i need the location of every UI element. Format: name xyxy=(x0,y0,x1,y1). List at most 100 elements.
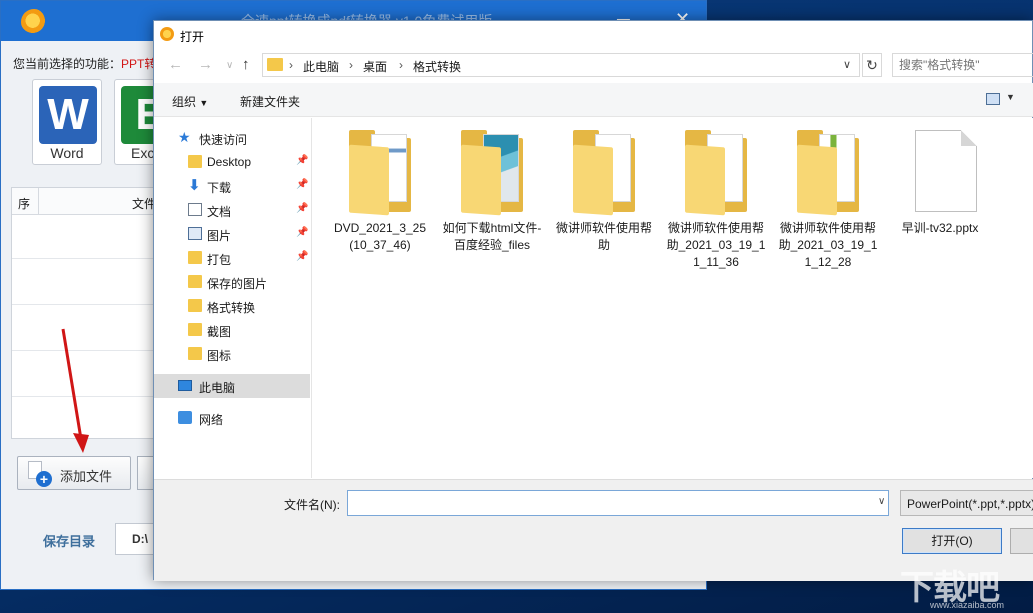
dialog-toolbar: 组织 ▼ 新建文件夹 ▼ xyxy=(154,83,1033,117)
address-dropdown-icon[interactable]: ∨ xyxy=(843,58,851,71)
nav-label: 下载 xyxy=(207,179,231,196)
file-item[interactable]: 微讲师软件使用帮助 xyxy=(552,130,656,254)
app-logo-icon xyxy=(21,9,47,35)
forward-arrow-icon[interactable]: → xyxy=(198,56,213,73)
file-item[interactable]: 微讲师软件使用帮助_2021_03_19_11_12_28 xyxy=(776,130,880,271)
nav-label: 打包 xyxy=(207,251,231,268)
file-item[interactable]: 微讲师软件使用帮助_2021_03_19_11_11_36 xyxy=(664,130,768,271)
function-value: PPT转 xyxy=(121,57,156,71)
file-name: 微讲师软件使用帮助_2021_03_19_11_12_28 xyxy=(776,220,880,271)
folder-icon xyxy=(349,130,411,214)
download-arrow-icon: ⬇ xyxy=(188,179,202,192)
open-file-dialog: 打开 ← → ∨ ↑ › 此电脑 › 桌面 › 格式转换 ∨ ↻ 组织 ▼ 新建… xyxy=(153,20,1033,580)
document-icon xyxy=(188,203,202,216)
nav-item-this-pc[interactable]: 此电脑 xyxy=(154,374,310,398)
nav-item-documents[interactable]: 文档 📌 xyxy=(154,198,310,222)
folder-icon xyxy=(188,275,202,288)
nav-item-screenshots[interactable]: 截图 xyxy=(154,318,310,342)
filename-label: 文件名(N): xyxy=(284,496,340,513)
nav-label: 图标 xyxy=(207,347,231,364)
folder-icon xyxy=(188,155,202,168)
cancel-button[interactable] xyxy=(1010,528,1033,554)
filetype-select[interactable]: PowerPoint(*.ppt,*.pptx) xyxy=(900,490,1033,516)
save-dir-label: 保存目录 xyxy=(43,531,95,550)
pin-icon: 📌 xyxy=(296,155,308,166)
dialog-title-bar: 打开 xyxy=(154,21,1032,49)
new-folder-button[interactable]: 新建文件夹 xyxy=(240,93,300,110)
organize-label: 组织 xyxy=(172,95,196,109)
view-mode-icon[interactable] xyxy=(986,93,1000,105)
refresh-button[interactable]: ↻ xyxy=(862,53,882,77)
up-arrow-icon[interactable]: ↑ xyxy=(242,56,250,73)
plus-icon: + xyxy=(36,471,52,487)
pin-icon: 📌 xyxy=(296,179,308,190)
nav-label: 快速访问 xyxy=(199,131,247,148)
search-input[interactable] xyxy=(899,55,1033,75)
picture-icon xyxy=(188,227,202,240)
address-bar[interactable]: › 此电脑 › 桌面 › 格式转换 ∨ xyxy=(262,53,860,77)
nav-item-downloads[interactable]: ⬇ 下载 📌 xyxy=(154,174,310,198)
address-row: ← → ∨ ↑ › 此电脑 › 桌面 › 格式转换 ∨ ↻ xyxy=(154,51,1033,81)
nav-item-pack[interactable]: 打包 📌 xyxy=(154,246,310,270)
nav-item-saved-pictures[interactable]: 保存的图片 xyxy=(154,270,310,294)
folder-icon xyxy=(188,251,202,264)
format-word-button[interactable]: W Word xyxy=(32,79,102,165)
folder-icon xyxy=(188,323,202,336)
add-file-label: 添加文件 xyxy=(60,466,112,485)
word-icon: W xyxy=(39,86,97,144)
open-button[interactable]: 打开(O) xyxy=(902,528,1002,554)
folder-icon xyxy=(267,58,283,71)
table-header: 序 文件 xyxy=(12,188,156,215)
nav-item-icons[interactable]: 图标 xyxy=(154,342,310,366)
nav-label: 保存的图片 xyxy=(207,275,267,292)
file-name: 如何下载html文件-百度经验_files xyxy=(440,220,544,254)
filename-dropdown-icon[interactable]: ∨ xyxy=(878,496,885,507)
organize-menu[interactable]: 组织 ▼ xyxy=(172,93,208,110)
format-excel-label: Exc xyxy=(115,145,158,161)
nav-item-format-convert[interactable]: 格式转换 xyxy=(154,294,310,318)
recent-chevron-icon[interactable]: ∨ xyxy=(226,60,233,71)
nav-label: 截图 xyxy=(207,323,231,340)
format-word-label: Word xyxy=(33,145,101,161)
search-box[interactable] xyxy=(892,53,1033,77)
file-name: 微讲师软件使用帮助_2021_03_19_11_11_36 xyxy=(664,220,768,271)
nav-label: 图片 xyxy=(207,227,231,244)
navigation-pane: ★ 快速访问 Desktop 📌 ⬇ 下载 📌 文档 📌 图片 📌 打包 📌 xyxy=(154,118,312,478)
file-list: DVD_2021_3_25 (10_37_46) 如何下载html文件-百度经验… xyxy=(314,118,1033,478)
function-label: 您当前选择的功能： xyxy=(13,57,121,71)
nav-label: 文档 xyxy=(207,203,231,220)
red-arrow-annotation xyxy=(41,321,101,461)
filename-input[interactable] xyxy=(352,492,862,514)
folder-icon xyxy=(573,130,635,214)
folder-icon xyxy=(188,347,202,360)
chevron-right-icon: › xyxy=(349,58,353,72)
nav-item-desktop[interactable]: Desktop 📌 xyxy=(154,150,310,174)
nav-item-network[interactable]: 网络 xyxy=(154,406,310,430)
breadcrumb-format-convert[interactable]: 格式转换 xyxy=(413,58,461,75)
dialog-app-icon xyxy=(160,27,174,41)
filename-field[interactable]: ∨ xyxy=(347,490,889,516)
file-item[interactable]: 早训-tv32.pptx xyxy=(888,130,992,237)
back-arrow-icon[interactable]: ← xyxy=(168,56,183,73)
file-item[interactable]: 如何下载html文件-百度经验_files xyxy=(440,130,544,254)
folder-icon xyxy=(461,130,523,214)
chevron-right-icon: › xyxy=(399,58,403,72)
folder-icon xyxy=(188,299,202,312)
pin-icon: 📌 xyxy=(296,203,308,214)
pin-icon: 📌 xyxy=(296,251,308,262)
save-dir-field[interactable]: D:\ xyxy=(115,523,155,555)
view-dropdown-icon[interactable]: ▼ xyxy=(1006,92,1015,102)
add-file-button[interactable]: + 添加文件 xyxy=(17,456,131,490)
format-excel-button[interactable]: E Exc xyxy=(114,79,158,165)
nav-item-pictures[interactable]: 图片 📌 xyxy=(154,222,310,246)
breadcrumb-this-pc[interactable]: 此电脑 xyxy=(303,58,339,75)
nav-quick-access[interactable]: ★ 快速访问 xyxy=(154,126,310,150)
breadcrumb-desktop[interactable]: 桌面 xyxy=(363,58,387,75)
watermark-url: www.xiazaiba.com xyxy=(930,600,1004,610)
star-icon: ★ xyxy=(178,131,192,144)
col-seq: 序 xyxy=(18,195,30,212)
folder-icon xyxy=(797,130,859,214)
network-icon xyxy=(178,411,192,424)
file-name: 微讲师软件使用帮助 xyxy=(552,220,656,254)
file-item[interactable]: DVD_2021_3_25 (10_37_46) xyxy=(328,130,432,254)
